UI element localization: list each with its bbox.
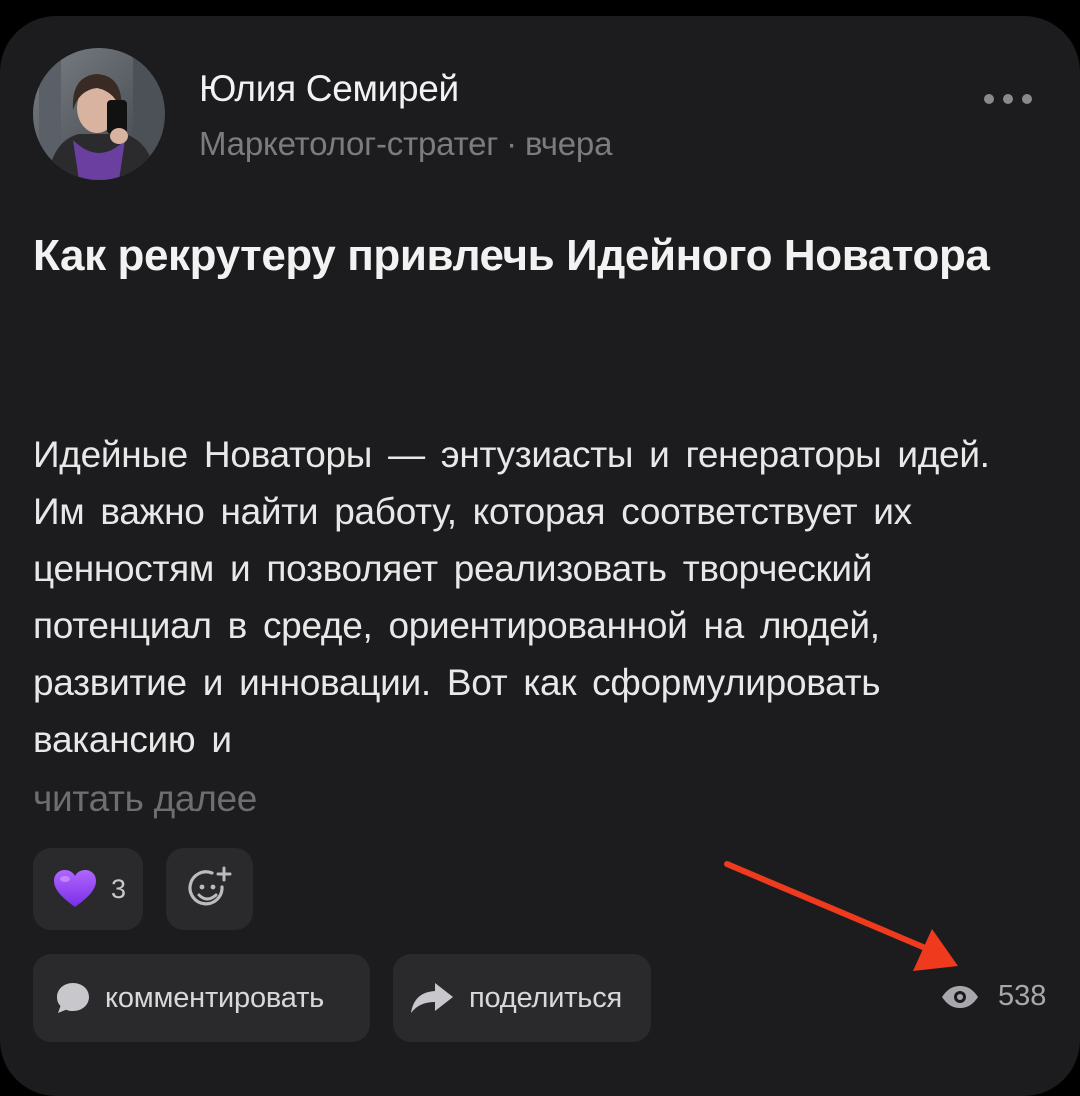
share-button[interactable]: поделиться [393,954,651,1042]
post-time: вчера [524,125,613,162]
like-count: 3 [111,873,127,904]
add-reaction-button[interactable] [166,848,253,930]
comment-label: комментировать [105,981,325,1014]
like-button[interactable]: 3 [33,848,143,930]
purple-heart-icon [54,870,96,907]
add-emoji-icon [188,866,231,906]
post-body[interactable]: Идейные Новаторы — энтузиасты и генерато… [33,426,1023,768]
eye-icon [942,985,978,1008]
share-label: поделиться [469,981,622,1014]
more-options-icon[interactable] [980,84,1036,114]
meta-separator: · [506,125,517,162]
views-count: 538 [998,980,1047,1012]
author-name[interactable]: Юлия Семирей [199,68,459,110]
author-meta: Маркетолог-стратег · вчера [199,125,612,163]
speech-bubble-icon [57,983,89,1013]
read-more-link[interactable]: читать далее [33,770,257,827]
share-arrow-icon [411,983,453,1013]
views-counter: 538 [940,980,1046,1013]
post-card: Юлия Семирей Маркетолог-стратег · вчера Ка… [0,16,1080,1096]
avatar-photo [33,48,165,180]
author-avatar[interactable] [33,48,165,180]
post-title[interactable]: Как рекрутеру привлечь Идейного Новатора [33,224,993,288]
author-role: Маркетолог-стратег [199,125,499,162]
comment-button[interactable]: комментировать [33,954,370,1042]
